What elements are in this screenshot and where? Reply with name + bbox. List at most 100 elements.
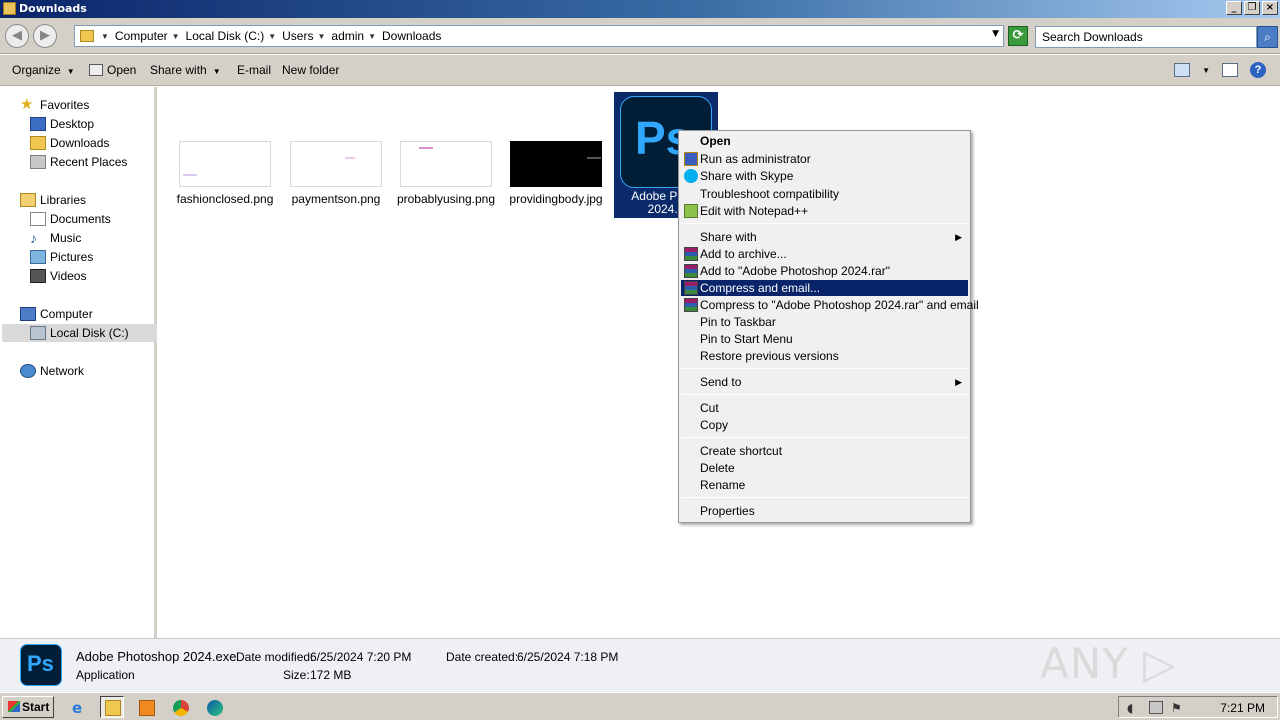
sidebar-item-documents[interactable]: Documents xyxy=(30,210,111,228)
taskbar-media-player[interactable] xyxy=(134,696,158,718)
details-size-value: 172 MB xyxy=(310,668,352,682)
sidebar-item-label: Videos xyxy=(50,269,87,283)
music-icon: ♪ xyxy=(30,230,37,246)
menu-item-share-with[interactable]: Share with ▶ xyxy=(681,229,968,245)
taskbar-chrome[interactable] xyxy=(168,696,192,718)
refresh-button[interactable]: ⟳ xyxy=(1008,26,1028,46)
crumb-local-disk[interactable]: Local Disk (C:) xyxy=(186,29,265,43)
sidebar-item-label: Documents xyxy=(50,212,111,226)
menu-item-run-as-admin[interactable]: Run as administrator xyxy=(681,151,968,167)
close-button[interactable]: × xyxy=(1262,1,1278,15)
sidebar-item-computer[interactable]: Computer xyxy=(20,305,93,323)
sidebar-item-label: Libraries xyxy=(40,193,87,207)
sidebar-item-videos[interactable]: Videos xyxy=(30,267,86,285)
menu-item-properties[interactable]: Properties xyxy=(681,503,968,519)
menu-item-create-shortcut[interactable]: Create shortcut xyxy=(681,443,968,459)
menu-item-add-rar[interactable]: Add to "Adobe Photoshop 2024.rar" xyxy=(681,263,968,279)
internet-explorer-icon: e xyxy=(72,699,83,717)
file-item[interactable]: fashionclosed.png xyxy=(175,141,275,206)
details-pane: Ps Adobe Photoshop 2024.exe Application … xyxy=(0,638,1280,720)
sidebar-item-pictures[interactable]: Pictures xyxy=(30,248,93,266)
menu-item-share-skype[interactable]: Share with Skype xyxy=(681,168,968,184)
command-bar: Organize ▼ Open Share with ▼ E-mail New fo… xyxy=(0,55,1280,86)
share-with-button[interactable]: Share with ▼ xyxy=(150,63,221,77)
sidebar-item-label: Desktop xyxy=(50,117,95,131)
sidebar-item-libraries[interactable]: Libraries xyxy=(20,191,86,209)
details-created-value: 6/25/2024 7:18 PM xyxy=(517,650,619,664)
network-tray-icon[interactable] xyxy=(1149,701,1163,714)
taskbar-ie[interactable]: e xyxy=(67,696,91,718)
menu-item-add-archive[interactable]: Add to archive... xyxy=(681,246,968,262)
maximize-button[interactable]: ❐ xyxy=(1244,1,1260,15)
details-file-name: Adobe Photoshop 2024.exe xyxy=(76,649,237,664)
taskbar-explorer[interactable] xyxy=(100,696,124,718)
sidebar-item-network[interactable]: Network xyxy=(20,362,84,380)
clock[interactable]: 7:21 PM xyxy=(1220,701,1265,715)
sidebar-item-downloads[interactable]: Downloads xyxy=(30,134,109,152)
search-input[interactable]: Search Downloads xyxy=(1035,26,1257,48)
search-icon[interactable]: ⌕ xyxy=(1257,26,1278,48)
minimize-button[interactable]: _ xyxy=(1226,1,1242,15)
sidebar-item-desktop[interactable]: Desktop xyxy=(30,115,94,133)
sidebar-item-music[interactable]: ♪ Music xyxy=(30,229,81,247)
chrome-icon xyxy=(173,700,189,716)
back-button[interactable]: ◀ xyxy=(5,24,29,48)
chevron-down-icon[interactable]: ▼ xyxy=(368,32,376,41)
menu-item-send-to[interactable]: Send to ▶ xyxy=(681,374,968,390)
menu-item-edit-notepad[interactable]: Edit with Notepad++ xyxy=(681,203,968,219)
sidebar-item-favorites[interactable]: ★ Favorites xyxy=(20,96,89,114)
help-icon[interactable]: ? xyxy=(1250,62,1266,78)
address-history-dropdown[interactable]: ▼ xyxy=(992,29,999,39)
chevron-down-icon[interactable]: ▼ xyxy=(1202,66,1210,75)
submenu-arrow-icon: ▶ xyxy=(955,232,962,242)
file-name: paymentson.png xyxy=(291,192,381,206)
menu-item-copy[interactable]: Copy xyxy=(681,417,968,433)
winrar-icon xyxy=(684,264,698,278)
open-button[interactable]: Open xyxy=(89,63,136,77)
photoshop-icon: Ps xyxy=(20,644,62,686)
taskbar: Start e ◖ ⚑ 7:21 PM xyxy=(0,692,1280,720)
crumb-users[interactable]: Users xyxy=(282,29,313,43)
chevron-down-icon[interactable]: ▼ xyxy=(317,32,325,41)
crumb-admin[interactable]: admin xyxy=(331,29,364,43)
sidebar-item-recent-places[interactable]: Recent Places xyxy=(30,153,127,171)
speaker-icon[interactable]: ◖ xyxy=(1127,701,1141,715)
sidebar-item-label: Network xyxy=(40,364,85,378)
menu-item-rename[interactable]: Rename xyxy=(681,477,968,493)
chevron-down-icon: ▼ xyxy=(212,67,221,76)
open-label: Open xyxy=(107,63,137,77)
new-folder-button[interactable]: New folder xyxy=(282,63,339,77)
menu-item-delete[interactable]: Delete xyxy=(681,460,968,476)
menu-item-pin-taskbar[interactable]: Pin to Taskbar xyxy=(681,314,968,330)
network-icon xyxy=(20,364,36,378)
menu-separator xyxy=(681,368,968,369)
crumb-downloads[interactable]: Downloads xyxy=(382,29,441,43)
sidebar-item-local-disk[interactable]: Local Disk (C:) xyxy=(2,324,157,342)
email-button[interactable]: E-mail xyxy=(237,63,271,77)
menu-item-compress-email[interactable]: Compress and email... xyxy=(681,280,968,296)
action-center-flag-icon[interactable]: ⚑ xyxy=(1171,701,1185,715)
menu-item-cut[interactable]: Cut xyxy=(681,400,968,416)
menu-item-compress-rar-email[interactable]: Compress to "Adobe Photoshop 2024.rar" a… xyxy=(681,297,979,313)
menu-item-open[interactable]: Open xyxy=(681,133,968,149)
menu-item-pin-start[interactable]: Pin to Start Menu xyxy=(681,331,968,347)
file-item[interactable]: providingbody.jpg xyxy=(506,141,606,206)
file-item[interactable]: probablyusing.png xyxy=(396,141,496,206)
chevron-down-icon[interactable]: ▼ xyxy=(101,32,109,41)
start-button[interactable]: Start xyxy=(2,696,54,718)
menu-item-troubleshoot[interactable]: Troubleshoot compatibility xyxy=(681,186,968,202)
preview-pane-icon[interactable] xyxy=(1222,63,1238,77)
forward-button[interactable]: ▶ xyxy=(33,24,57,48)
organize-button[interactable]: Organize ▼ xyxy=(12,63,75,77)
folder-icon xyxy=(3,2,16,15)
crumb-computer[interactable]: Computer xyxy=(115,29,168,43)
change-view-icon[interactable] xyxy=(1174,63,1191,77)
menu-item-restore[interactable]: Restore previous versions xyxy=(681,348,968,364)
address-box[interactable]: ▼ Computer ▼ Local Disk (C:) ▼ Users ▼ a… xyxy=(74,25,1004,47)
chevron-down-icon[interactable]: ▼ xyxy=(268,32,276,41)
chevron-down-icon[interactable]: ▼ xyxy=(172,32,180,41)
file-item[interactable]: paymentson.png xyxy=(286,141,386,206)
view-controls: ▼ ? xyxy=(1174,62,1266,78)
taskbar-edge[interactable] xyxy=(202,696,226,718)
skype-icon xyxy=(684,169,698,183)
